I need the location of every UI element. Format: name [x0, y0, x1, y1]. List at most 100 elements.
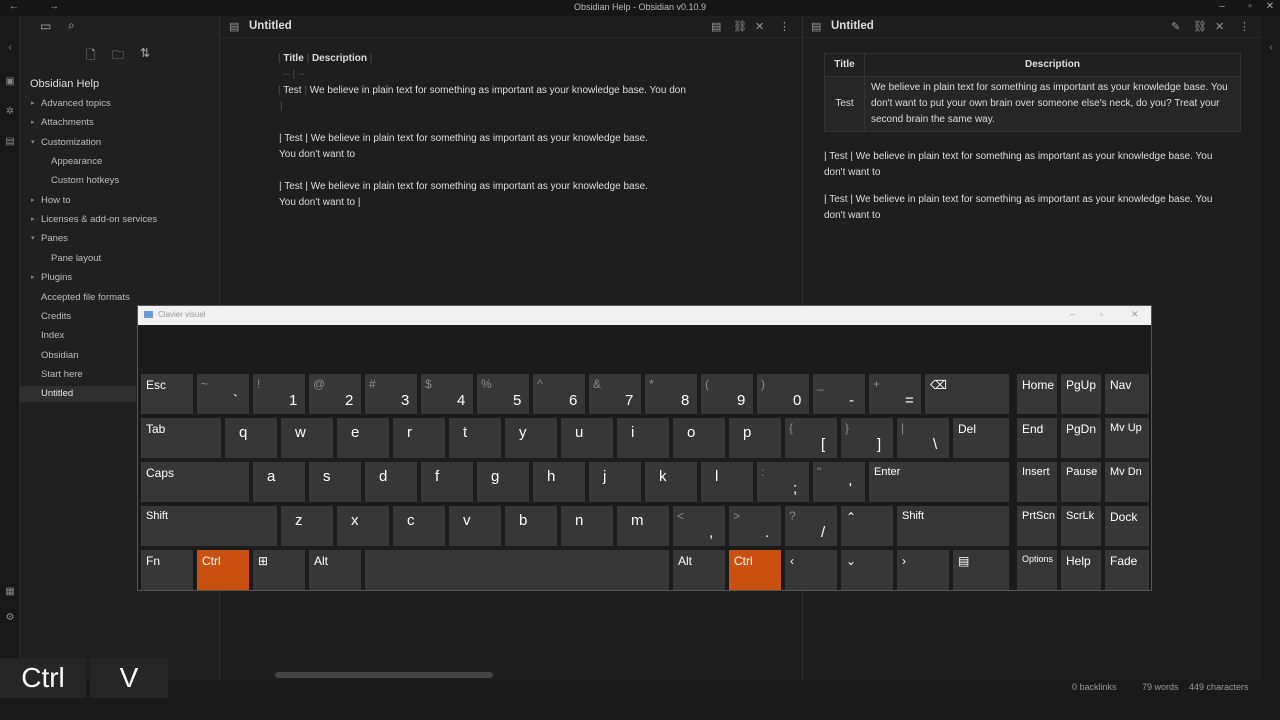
key[interactable]: % 5 [477, 374, 529, 414]
sidebar-item[interactable]: Accepted file formats [41, 290, 130, 306]
key[interactable]: Nav [1105, 374, 1149, 414]
sidebar-item[interactable]: ▸ Plugins [31, 270, 72, 286]
minimize-icon[interactable]: – [1212, 1, 1232, 12]
key[interactable]: j [589, 462, 641, 502]
sidebar-item[interactable]: ▸ Attachments [31, 115, 94, 131]
key[interactable]: ScrLk [1061, 506, 1101, 546]
key[interactable]: z [281, 506, 333, 546]
key[interactable]: o [673, 418, 725, 458]
key[interactable]: Mv Dn [1105, 462, 1149, 502]
key[interactable]: e [337, 418, 389, 458]
key[interactable]: p [729, 418, 781, 458]
chevron-down-icon[interactable]: ▾ [31, 231, 35, 247]
key[interactable]: Tab [141, 418, 221, 458]
link-icon[interactable]: ⛓ [733, 20, 747, 33]
sidebar-item[interactable]: Custom hotkeys [51, 173, 119, 189]
key[interactable]: <, [673, 506, 725, 546]
sidebar-item[interactable]: ▸ Advanced topics [31, 96, 111, 112]
key[interactable]: r [393, 418, 445, 458]
key[interactable]: ▤ [953, 550, 1009, 590]
sidebar-item[interactable]: Untitled [20, 386, 136, 403]
vault-icon[interactable]: ▦ [4, 586, 16, 597]
search-icon[interactable]: ⌕ [68, 18, 75, 33]
key[interactable]: Alt [309, 550, 361, 590]
sidebar-item[interactable]: Credits [41, 309, 71, 325]
new-note-icon[interactable]: 🗋 [86, 46, 96, 67]
key[interactable]: (9 [701, 374, 753, 414]
key[interactable]: >. [729, 506, 781, 546]
key[interactable]: " ' [813, 462, 865, 502]
key[interactable]: › [897, 550, 949, 590]
key[interactable]: u [561, 418, 613, 458]
sidebar-item[interactable]: Obsidian [41, 348, 79, 364]
key[interactable]: k [645, 462, 697, 502]
collapse-right-icon[interactable]: ‹ [1265, 42, 1277, 53]
sidebar-item[interactable]: Index [41, 328, 64, 344]
sidebar-item[interactable]: Pane layout [51, 251, 101, 267]
key[interactable]: }] [841, 418, 893, 458]
sidebar-item[interactable]: ▸ Licenses & add-on services [31, 212, 157, 228]
key[interactable]: ‹ [785, 550, 837, 590]
key[interactable]: i [617, 418, 669, 458]
key[interactable]: m [617, 506, 669, 546]
key[interactable]: ^ 6 [533, 374, 585, 414]
key[interactable]: Mv Up [1105, 418, 1149, 458]
chevron-right-icon[interactable]: ▸ [31, 212, 35, 228]
key[interactable] [365, 550, 669, 590]
key[interactable]: Help [1061, 550, 1101, 590]
sidebar-item[interactable]: Appearance [51, 154, 102, 170]
sort-icon[interactable]: ⇅ [140, 46, 150, 60]
key[interactable]: {[ [785, 418, 837, 458]
key[interactable]: x [337, 506, 389, 546]
key[interactable]: PgDn [1061, 418, 1101, 458]
key[interactable]: l [701, 462, 753, 502]
key[interactable]: ⌄ [841, 550, 893, 590]
vault-name[interactable]: Obsidian Help [30, 78, 99, 90]
key[interactable]: t [449, 418, 501, 458]
key[interactable]: Ctrl [729, 550, 781, 590]
templates-icon[interactable]: ▤ [4, 136, 16, 147]
sidebar-item[interactable]: ▾ Customization [31, 135, 101, 151]
key[interactable]: Ctrl [197, 550, 249, 590]
chevron-right-icon[interactable]: ▸ [31, 270, 35, 286]
key[interactable]: Shift [141, 506, 277, 546]
close-window-icon[interactable]: ✕ [1260, 1, 1280, 12]
key[interactable]: c [393, 506, 445, 546]
key[interactable]: ~ ` [197, 374, 249, 414]
more-options-icon[interactable]: ⋮ [1239, 20, 1250, 33]
key[interactable]: Insert [1017, 462, 1057, 502]
key[interactable]: :; [757, 462, 809, 502]
key[interactable]: ⌫ [925, 374, 1009, 414]
key[interactable]: * 8 [645, 374, 697, 414]
key[interactable]: Home [1017, 374, 1057, 414]
key[interactable]: Del [953, 418, 1009, 458]
key[interactable]: Alt [673, 550, 725, 590]
key[interactable]: h [533, 462, 585, 502]
close-pane-icon[interactable]: ✕ [1215, 20, 1224, 33]
key[interactable]: n [561, 506, 613, 546]
key[interactable]: f [421, 462, 473, 502]
key[interactable]: ! 1 [253, 374, 305, 414]
horizontal-scrollbar[interactable] [275, 672, 493, 678]
more-options-icon[interactable]: ⋮ [779, 20, 790, 33]
key[interactable]: | \ [897, 418, 949, 458]
key[interactable]: b [505, 506, 557, 546]
key[interactable]: ⌃ [841, 506, 893, 546]
key[interactable]: Pause [1061, 462, 1101, 502]
key[interactable]: Options [1017, 550, 1057, 590]
link-icon[interactable]: ⛓ [1193, 20, 1207, 33]
graph-view-icon[interactable]: ✲ [4, 106, 16, 117]
key[interactable]: a [253, 462, 305, 502]
key[interactable]: Shift [897, 506, 1009, 546]
key[interactable]: g [477, 462, 529, 502]
key[interactable]: End [1017, 418, 1057, 458]
folder-icon[interactable]: ▭ [40, 19, 51, 33]
chevron-right-icon[interactable]: ▸ [31, 193, 35, 209]
key[interactable]: ) 0 [757, 374, 809, 414]
key[interactable]: y [505, 418, 557, 458]
close-pane-icon[interactable]: ✕ [755, 20, 764, 33]
key[interactable]: Fade [1105, 550, 1149, 590]
preview-toggle-icon[interactable]: ▤ [711, 20, 721, 33]
osk-close-icon[interactable]: ✕ [1131, 309, 1139, 320]
key[interactable]: s [309, 462, 361, 502]
